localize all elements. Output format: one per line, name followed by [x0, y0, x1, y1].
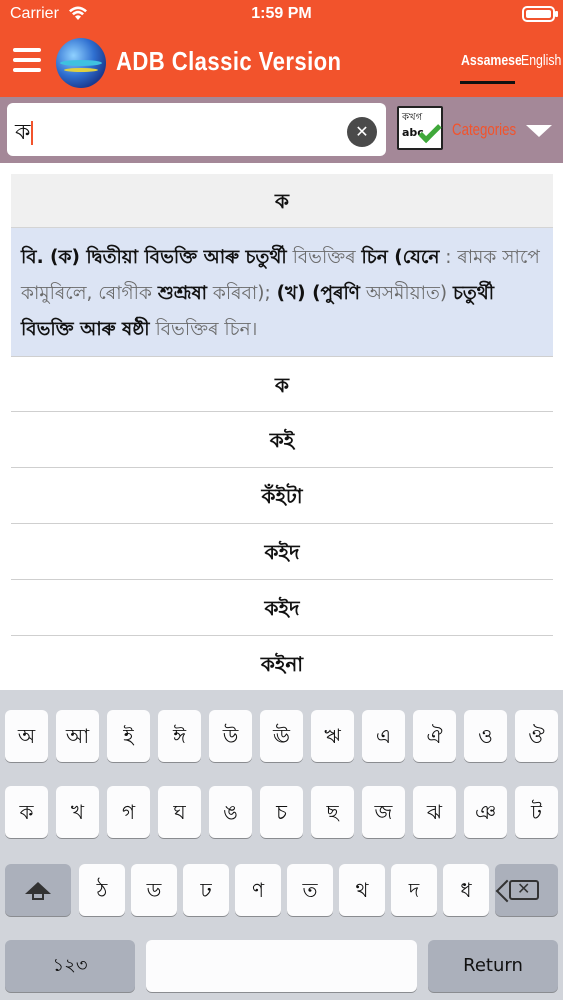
key[interactable]: গ: [107, 786, 150, 838]
results-list: ক বি. (ক) দ্বিতীয়া বিভক্তি আৰু চতুৰ্থী …: [11, 174, 553, 687]
key[interactable]: দ: [391, 864, 437, 916]
key[interactable]: আ: [56, 710, 99, 762]
key[interactable]: চ: [260, 786, 303, 838]
definition-text: বি. (ক) দ্বিতীয়া বিভক্তি আৰু চতুৰ্থী বি…: [11, 228, 553, 356]
key[interactable]: ত: [287, 864, 333, 916]
key[interactable]: ঢ: [183, 864, 229, 916]
status-bar: Carrier 1:59 PM: [0, 0, 563, 30]
navigation-bar: Carrier 1:59 PM ADB Classic Version Assa…: [0, 0, 563, 97]
definition-segment: (খ) (পুৰণি: [276, 283, 360, 304]
categories-icon-script-label: কখগ: [402, 112, 423, 123]
key[interactable]: ঐ: [413, 710, 456, 762]
categories-button[interactable]: Categories: [452, 120, 516, 140]
headword: ক: [11, 174, 553, 228]
key[interactable]: ঋ: [311, 710, 354, 762]
key[interactable]: ঘ: [158, 786, 201, 838]
tab-assamese[interactable]: Assamese: [461, 52, 522, 69]
list-item[interactable]: কই: [11, 412, 553, 468]
list-item[interactable]: কইদ: [11, 580, 553, 636]
key[interactable]: ঈ: [158, 710, 201, 762]
key[interactable]: ঝ: [413, 786, 456, 838]
key[interactable]: ণ: [235, 864, 281, 916]
key[interactable]: ঔ: [515, 710, 558, 762]
definition-segment: কৰিবা);: [207, 283, 277, 304]
selected-tab-indicator: [460, 81, 515, 84]
list-item[interactable]: ক: [11, 356, 553, 412]
on-screen-keyboard: অ আ ই ঈ উ ঊ ঋ এ ঐ ও ঔ ক খ গ ঘ ঙ চ ছ জ ঝ …: [0, 690, 563, 1000]
chevron-down-icon[interactable]: [526, 125, 552, 137]
key[interactable]: ঙ: [209, 786, 252, 838]
definition-segment: বিভক্তিৰ চিন।: [149, 319, 258, 340]
search-input-value: ক: [15, 120, 31, 145]
shift-key[interactable]: [5, 864, 71, 916]
list-item[interactable]: কঁইটা: [11, 468, 553, 524]
clear-search-button[interactable]: ✕: [347, 117, 377, 147]
list-item[interactable]: কইদ: [11, 524, 553, 580]
space-bar[interactable]: [146, 940, 417, 992]
numbers-key[interactable]: ১২৩: [5, 940, 135, 992]
definition-segment: অসমীয়াত): [360, 283, 453, 304]
key[interactable]: ড: [131, 864, 177, 916]
key[interactable]: ক: [5, 786, 48, 838]
key[interactable]: জ: [362, 786, 405, 838]
tab-english[interactable]: English: [521, 52, 561, 69]
app-title: ADB Classic Version: [116, 46, 342, 76]
key[interactable]: ও: [464, 710, 507, 762]
clock: 1:59 PM: [251, 5, 312, 22]
key[interactable]: উ: [209, 710, 252, 762]
definition-segment: বিভক্তিৰ: [286, 247, 362, 268]
key[interactable]: ঠ: [79, 864, 125, 916]
key[interactable]: থ: [339, 864, 385, 916]
search-bar: ক ✕ কখগ abc Categories: [0, 97, 563, 163]
key[interactable]: এ: [362, 710, 405, 762]
definition-segment: শুশ্ৰূষা: [157, 283, 208, 304]
backspace-key[interactable]: ✕: [495, 864, 558, 916]
search-input[interactable]: ক ✕: [7, 103, 386, 156]
key[interactable]: অ: [5, 710, 48, 762]
battery-icon: [522, 6, 558, 22]
return-key[interactable]: Return: [428, 940, 558, 992]
key[interactable]: খ: [56, 786, 99, 838]
text-caret: [31, 121, 34, 145]
definition-segment: চিন (যেনে: [361, 247, 440, 268]
key[interactable]: ছ: [311, 786, 354, 838]
definition-segment: বি. (ক) দ্বিতীয়া বিভক্তি আৰু চতুৰ্থী: [21, 247, 287, 268]
categories-icon[interactable]: কখগ abc: [397, 106, 443, 150]
app-logo: [56, 38, 106, 88]
key[interactable]: ট: [515, 786, 558, 838]
key[interactable]: ই: [107, 710, 150, 762]
list-item[interactable]: কইনা: [11, 636, 553, 687]
key[interactable]: ধ: [443, 864, 489, 916]
hamburger-menu-icon[interactable]: [13, 48, 41, 74]
key[interactable]: ঞ: [464, 786, 507, 838]
key[interactable]: ঊ: [260, 710, 303, 762]
